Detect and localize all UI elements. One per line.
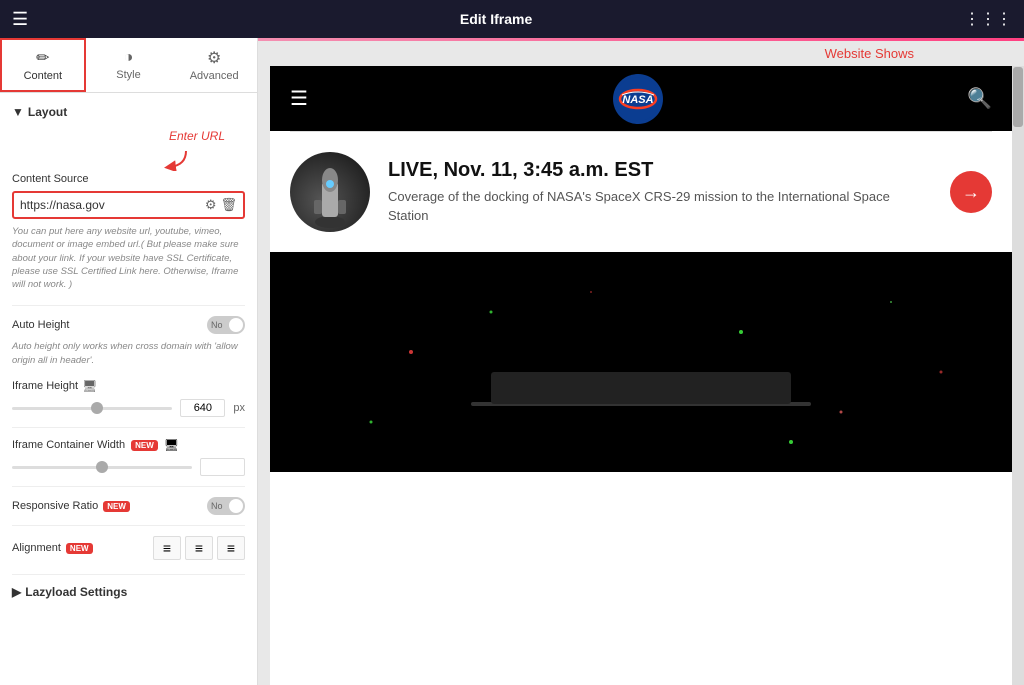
auto-height-row: Auto Height No [12, 316, 245, 334]
main-layout: ✏ Content ◑ Style ⚙ Advanced ▼ Layout En… [0, 38, 1024, 685]
nasa-hamburger-icon: ☰ [290, 86, 308, 111]
auto-height-toggle[interactable]: No [207, 316, 245, 334]
auto-height-toggle-text: No [211, 320, 223, 330]
nasa-article-body: LIVE, Nov. 11, 3:45 a.m. EST Coverage of… [388, 159, 932, 224]
enter-url-arrow-icon [162, 149, 190, 171]
preview-scrollbar[interactable] [1012, 66, 1024, 685]
lazy-load-section: ▶ Lazyload Settings [12, 574, 245, 599]
tab-advanced[interactable]: ⚙ Advanced [171, 38, 257, 92]
tab-content-label: Content [24, 70, 63, 82]
settings-icon[interactable]: ⚙ [205, 197, 217, 213]
tab-bar: ✏ Content ◑ Style ⚙ Advanced [0, 38, 257, 93]
align-left-button[interactable]: ≡ [153, 536, 181, 560]
iframe-height-row: px [12, 399, 245, 417]
content-source-label: Content Source [12, 173, 245, 185]
lazy-load-label: Lazyload Settings [25, 585, 127, 599]
content-icon: ✏ [36, 48, 49, 68]
responsive-ratio-label: Responsive Ratio [12, 500, 98, 512]
tab-content[interactable]: ✏ Content [0, 38, 86, 92]
responsive-ratio-toggle-text: No [211, 501, 223, 511]
align-center-button[interactable]: ≡ [185, 536, 213, 560]
iframe-preview: ☰ NASA 🔍 [270, 66, 1012, 685]
tab-advanced-label: Advanced [190, 70, 239, 82]
alignment-buttons: ≡ ≡ ≡ [153, 536, 245, 560]
responsive-ratio-label-group: Responsive Ratio NEW [12, 500, 130, 512]
page-title: Edit Iframe [460, 11, 532, 27]
iframe-container-width-row: Iframe Container Width NEW 🖥 [12, 438, 245, 452]
monitor-icon: 🖥 [82, 379, 97, 393]
iframe-container-width-input[interactable] [200, 458, 245, 476]
nasa-article-title: LIVE, Nov. 11, 3:45 a.m. EST [388, 159, 932, 182]
tab-style-label: Style [116, 69, 140, 81]
svg-text:NASA: NASA [622, 94, 653, 106]
tab-style[interactable]: ◑ Style [86, 38, 172, 92]
starfield-svg [270, 252, 1012, 472]
iframe-height-label: Iframe Height 🖥 [12, 379, 245, 393]
top-bar: ☰ Edit Iframe ⋮⋮⋮ [0, 0, 1024, 38]
rocket-svg [300, 162, 360, 232]
auto-height-label: Auto Height [12, 319, 69, 331]
url-hint-text: You can put here any website url, youtub… [12, 225, 245, 291]
nasa-arrow-button[interactable]: → [950, 171, 992, 213]
nasa-logo-svg: NASA [614, 75, 662, 123]
responsive-ratio-knob [229, 499, 243, 513]
new-badge-alignment: NEW [66, 543, 93, 554]
sidebar-content: ▼ Layout Enter URL Content Source [0, 93, 257, 611]
layout-label: Layout [28, 105, 67, 119]
website-shows-text: Website Shows [825, 46, 914, 61]
iframe-container-width-slider-row [12, 458, 245, 476]
layout-arrow-icon: ▼ [12, 105, 24, 119]
nasa-search-icon: 🔍 [967, 86, 992, 111]
delete-icon[interactable]: 🗑 [220, 197, 237, 213]
layout-section-header: ▼ Layout [12, 105, 245, 119]
iframe-height-slider[interactable] [12, 407, 172, 410]
grid-icon[interactable]: ⋮⋮⋮ [964, 9, 1012, 29]
nasa-article-desc: Coverage of the docking of NASA's SpaceX… [388, 188, 932, 224]
hamburger-icon[interactable]: ☰ [12, 9, 28, 30]
alignment-label-group: Alignment NEW [12, 542, 93, 554]
responsive-ratio-toggle[interactable]: No [207, 497, 245, 515]
enter-url-label: Enter URL [169, 129, 225, 143]
lazy-load-header[interactable]: ▶ Lazyload Settings [12, 585, 245, 599]
nasa-logo: NASA [613, 74, 663, 124]
nasa-header: ☰ NASA 🔍 [270, 66, 1012, 131]
nasa-dark-section [270, 252, 1012, 472]
iframe-container-width-slider[interactable] [12, 466, 192, 469]
alignment-row: Alignment NEW ≡ ≡ ≡ [12, 536, 245, 560]
style-icon: ◑ [124, 49, 134, 67]
iframe-container-width-label: Iframe Container Width [12, 439, 125, 451]
advanced-icon: ⚙ [207, 48, 221, 68]
monitor-icon-2: 🖥 [164, 438, 179, 452]
preview-area: Website Shows ☰ NA [258, 38, 1024, 685]
auto-height-knob [229, 318, 243, 332]
url-input[interactable] [20, 198, 205, 212]
responsive-ratio-row: Responsive Ratio NEW No [12, 497, 245, 515]
nasa-content: LIVE, Nov. 11, 3:45 a.m. EST Coverage of… [270, 131, 1012, 472]
new-badge-responsive: NEW [103, 501, 130, 512]
sidebar: ✏ Content ◑ Style ⚙ Advanced ▼ Layout En… [0, 38, 258, 685]
nasa-article: LIVE, Nov. 11, 3:45 a.m. EST Coverage of… [270, 132, 1012, 252]
alignment-label: Alignment [12, 542, 61, 554]
url-input-wrapper: ⚙ 🗑 [12, 191, 245, 219]
url-input-icons: ⚙ 🗑 [205, 197, 237, 213]
pink-top-line [258, 38, 1024, 41]
new-badge-width: NEW [131, 440, 158, 451]
nasa-article-image [290, 152, 370, 232]
iframe-height-unit: px [233, 402, 245, 414]
auto-height-hint: Auto height only works when cross domain… [12, 340, 245, 367]
lazy-load-arrow-icon: ▶ [12, 585, 21, 599]
iframe-height-input[interactable] [180, 399, 225, 417]
align-right-button[interactable]: ≡ [217, 536, 245, 560]
scrollbar-thumb [1013, 67, 1023, 127]
